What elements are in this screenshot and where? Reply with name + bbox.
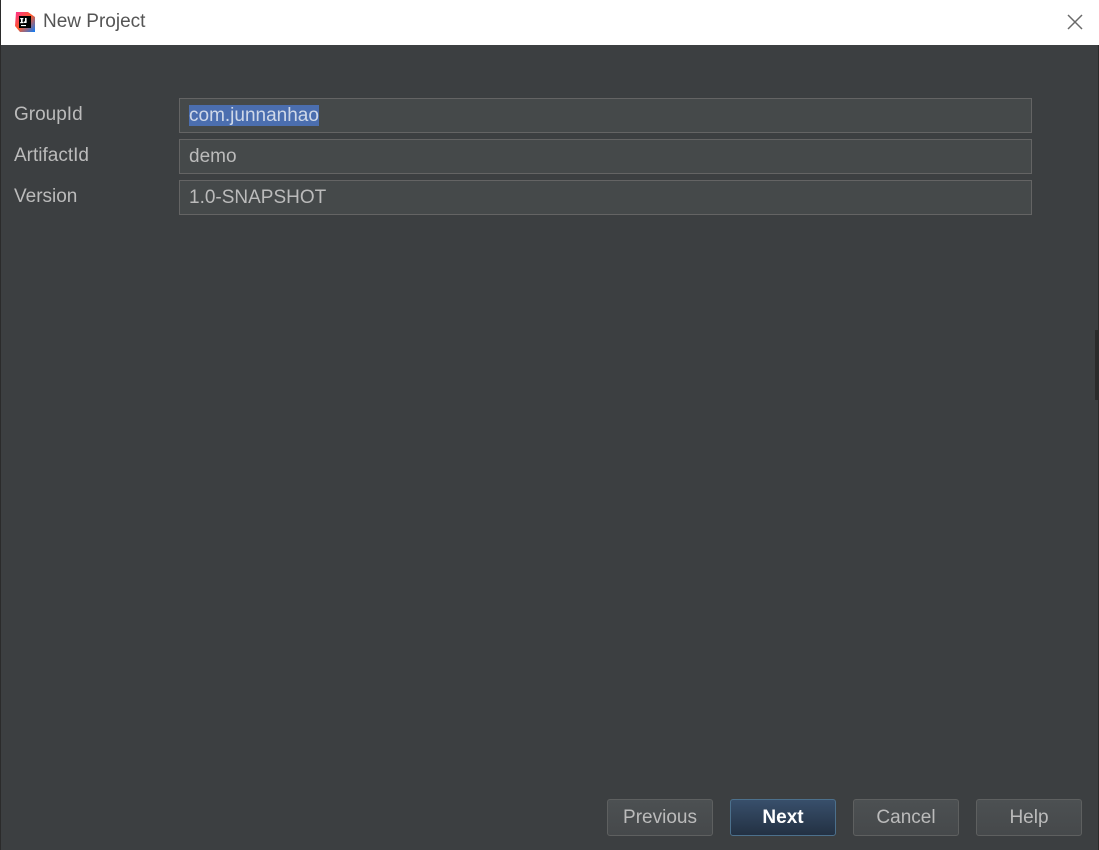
groupid-row: GroupId com.junnanhao — [1, 98, 1099, 133]
close-icon[interactable] — [1064, 11, 1086, 33]
help-button[interactable]: Help — [976, 799, 1082, 836]
artifactid-row: ArtifactId demo — [1, 139, 1099, 174]
title-bar: New Project — [1, 0, 1099, 45]
groupid-label: GroupId — [14, 104, 83, 125]
next-button[interactable]: Next — [730, 799, 836, 836]
version-row: Version 1.0-SNAPSHOT — [1, 180, 1099, 215]
groupid-selected-text: com.junnanhao — [189, 105, 319, 126]
new-project-dialog: New Project GroupId com.junnanhao Artifa… — [0, 0, 1099, 850]
window-edge-divider — [1095, 330, 1098, 400]
dialog-button-bar: Previous Next Cancel Help — [1, 799, 1099, 836]
version-input[interactable]: 1.0-SNAPSHOT — [179, 180, 1032, 215]
artifactid-label: ArtifactId — [14, 145, 89, 166]
version-label: Version — [14, 186, 78, 207]
previous-button[interactable]: Previous — [607, 799, 713, 836]
groupid-input[interactable]: com.junnanhao — [179, 98, 1032, 133]
cancel-button[interactable]: Cancel — [853, 799, 959, 836]
window-title: New Project — [43, 11, 146, 32]
intellij-idea-icon — [15, 12, 35, 32]
artifactid-input[interactable]: demo — [179, 139, 1032, 174]
